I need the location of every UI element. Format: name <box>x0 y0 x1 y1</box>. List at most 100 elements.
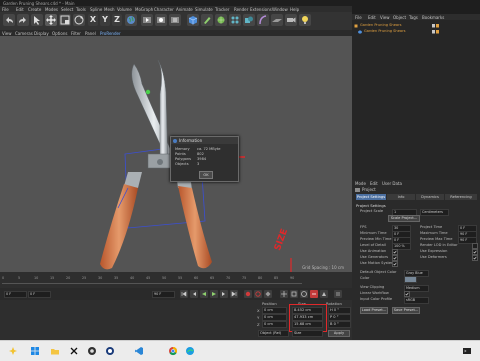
label-fps: FPS <box>360 225 367 229</box>
info-icon <box>173 138 177 143</box>
size-z-field[interactable]: 15.68 cm <box>292 321 323 328</box>
next-frame-icon[interactable] <box>220 290 228 298</box>
vscode-icon[interactable] <box>134 346 144 356</box>
om-menu-bookmarks[interactable]: Bookmarks <box>422 15 444 20</box>
render-region-icon[interactable] <box>141 14 153 26</box>
rotate-icon[interactable] <box>73 14 85 26</box>
ok-button[interactable]: OK <box>199 171 213 179</box>
tag-icons[interactable] <box>432 23 442 28</box>
array-icon[interactable] <box>229 14 241 26</box>
om-menu-tags[interactable]: Tags <box>409 15 418 20</box>
scale-icon[interactable] <box>59 14 71 26</box>
chrome-icon[interactable] <box>168 346 178 356</box>
play-icon[interactable] <box>210 290 218 298</box>
cmd-icon[interactable] <box>462 346 472 356</box>
move-icon[interactable] <box>45 14 57 26</box>
om-menu-file[interactable]: File <box>355 15 362 20</box>
use-motion-system-checkbox[interactable] <box>392 261 398 267</box>
render-view-icon[interactable] <box>155 14 167 26</box>
rotation-h-field[interactable]: H 0 ° <box>328 307 351 314</box>
world-icon[interactable] <box>125 14 137 26</box>
grid-spacing-label: Grid Spacing : 10 cm <box>302 265 344 270</box>
timeline[interactable]: 0 5 10 15 20 25 30 35 40 45 50 55 60 65 … <box>0 272 352 288</box>
floor-icon[interactable] <box>271 14 283 26</box>
input-color-profile-select[interactable]: sRGB <box>404 297 429 304</box>
label-render-lod: Render LOD in Editor <box>420 243 458 247</box>
obs-icon[interactable] <box>87 346 97 356</box>
goto-end-icon[interactable] <box>230 290 238 298</box>
am-menu-edit[interactable]: Edit <box>370 181 378 186</box>
timeline-menu-icon[interactable] <box>334 290 342 298</box>
subdivision-icon[interactable] <box>215 14 227 26</box>
size-mode-select[interactable]: Size <box>292 330 323 337</box>
polygon-object-icon <box>358 29 362 34</box>
tab-referencing[interactable]: Referencing <box>445 194 477 200</box>
keyframe-icon[interactable] <box>264 290 272 298</box>
deformer-icon[interactable] <box>257 14 269 26</box>
apply-button[interactable]: Apply <box>328 330 350 337</box>
autokey-icon[interactable] <box>254 290 262 298</box>
record-icon[interactable] <box>244 290 252 298</box>
x-app-icon[interactable] <box>69 346 79 356</box>
om-menu-view[interactable]: View <box>380 15 390 20</box>
start-frame-field[interactable]: 0 F <box>28 291 51 298</box>
search-icon[interactable] <box>30 346 40 356</box>
z-axis-icon[interactable]: Z <box>112 14 122 26</box>
scale-unit-select[interactable]: Centimeters <box>420 209 449 216</box>
position-z-field[interactable]: 0 cm <box>262 321 287 328</box>
render-settings-icon[interactable] <box>169 14 181 26</box>
rotation-b-field[interactable]: B 0 ° <box>328 321 351 328</box>
object-row[interactable]: Garden Pruning Shears <box>354 23 478 28</box>
load-preset-button[interactable]: Load Preset... <box>360 307 388 314</box>
object-row[interactable]: Garden Pruning Shears <box>354 29 478 34</box>
goto-start-icon[interactable] <box>180 290 188 298</box>
am-menu-userdata[interactable]: User Data <box>382 181 402 186</box>
undo-icon[interactable] <box>3 14 15 26</box>
use-deformers-checkbox[interactable] <box>472 255 478 261</box>
tab-dynamics[interactable]: Dynamics <box>416 194 444 200</box>
dialog-titlebar[interactable]: Information <box>171 137 238 144</box>
am-menu-mode[interactable]: Mode <box>355 181 366 186</box>
save-preset-button[interactable]: Save Preset... <box>392 307 420 314</box>
live-select-icon[interactable] <box>31 14 43 26</box>
rotate-key-icon[interactable] <box>300 290 308 298</box>
cinema4d-icon[interactable] <box>105 346 115 356</box>
size-y-field[interactable]: 47.933 cm <box>292 314 323 321</box>
camera-icon[interactable] <box>285 14 297 26</box>
tab-project-settings[interactable]: Project Settings <box>356 194 386 200</box>
x-axis-icon[interactable]: X <box>88 14 98 26</box>
pla-key-icon[interactable] <box>320 290 328 298</box>
param-key-icon[interactable] <box>310 290 318 298</box>
cube-icon[interactable] <box>187 14 199 26</box>
timeline-ruler[interactable]: 0 5 10 15 20 25 30 35 40 45 50 55 60 65 … <box>2 275 302 284</box>
size-x-field[interactable]: 8.452 cm <box>292 307 323 314</box>
window-title: Garden Pruning Shears.c4d * - Main <box>3 0 75 6</box>
color-swatch[interactable] <box>404 276 417 283</box>
playback-bar: 0 F 0 F 90 F <box>0 288 352 300</box>
boole-icon[interactable] <box>243 14 255 26</box>
prev-frame-icon[interactable] <box>190 290 198 298</box>
pen-icon[interactable] <box>201 14 213 26</box>
file-explorer-icon[interactable] <box>50 346 60 356</box>
tag-icons[interactable] <box>432 29 442 34</box>
edge-icon[interactable] <box>185 346 195 356</box>
scale-key-icon[interactable] <box>290 290 298 298</box>
tab-info[interactable]: Info <box>387 194 415 200</box>
rotation-p-field[interactable]: P 0 ° <box>328 314 351 321</box>
move-key-icon[interactable] <box>280 290 288 298</box>
play-backwards-icon[interactable] <box>200 290 208 298</box>
position-y-field[interactable]: 0 cm <box>262 314 287 321</box>
scale-project-button[interactable]: Scale Project... <box>388 215 420 222</box>
start-icon[interactable] <box>8 346 18 356</box>
light-icon[interactable] <box>299 14 311 26</box>
current-frame-field[interactable]: 0 F <box>4 291 27 298</box>
om-menu-object[interactable]: Object <box>393 15 406 20</box>
position-x-field[interactable]: 0 cm <box>262 307 287 314</box>
coordinate-mode-select[interactable]: Object (Rel) <box>258 330 289 337</box>
right-titlebar <box>352 0 480 14</box>
end-frame-field[interactable]: 90 F <box>152 291 175 298</box>
y-axis-icon[interactable]: Y <box>100 14 110 26</box>
redo-icon[interactable] <box>17 14 29 26</box>
info-label-memory: Memory <box>175 147 190 151</box>
om-menu-edit[interactable]: Edit <box>368 15 376 20</box>
